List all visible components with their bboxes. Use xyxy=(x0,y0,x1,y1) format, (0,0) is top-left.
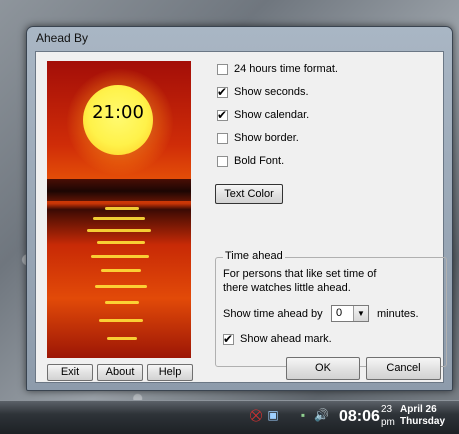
sun-reflection xyxy=(93,217,145,220)
title-bar[interactable]: Ahead By xyxy=(27,27,452,49)
window-title: Ahead By xyxy=(36,31,89,45)
option-label: Show calendar. xyxy=(234,109,310,121)
taskbar-date: April 26 xyxy=(400,404,437,415)
checkbox-show-ahead-mark[interactable]: ✔ xyxy=(223,332,234,346)
checkmark-icon: ✔ xyxy=(217,85,228,99)
checkmark-icon: ✔ xyxy=(223,332,234,346)
option-label: Show border. xyxy=(234,132,299,144)
preview-time: 21:00 xyxy=(92,102,144,123)
checkbox-24-hours[interactable] xyxy=(217,64,228,75)
horizon xyxy=(47,179,191,201)
group-title: Time ahead xyxy=(223,250,285,262)
sun-reflection xyxy=(101,269,141,272)
taskbar: ⛒ ▣ ▪ 🔊 08:06 23 pm April 26 Thursday xyxy=(0,400,459,434)
time-ahead-group: Time ahead For persons that like set tim… xyxy=(215,250,447,367)
sun-reflection xyxy=(105,207,139,210)
speaker-icon[interactable]: 🔊 xyxy=(314,407,329,423)
dropdown-arrow-icon[interactable]: ▼ xyxy=(353,306,368,321)
sun-reflection xyxy=(87,229,151,232)
show-ahead-label: Show time ahead by xyxy=(223,308,323,320)
cancel-button[interactable]: Cancel xyxy=(366,357,441,380)
clock-preview-image: 21:00 xyxy=(47,61,191,358)
taskbar-weekday: Thursday xyxy=(400,416,446,427)
taskbar-clock-seconds: 23 xyxy=(381,404,393,415)
description-line: For persons that like set time of xyxy=(223,268,377,280)
checkbox-show-border[interactable] xyxy=(217,133,228,144)
checkbox-show-calendar[interactable]: ✔ xyxy=(217,108,228,122)
text-color-button[interactable]: Text Color xyxy=(215,184,283,204)
taskbar-clock-time[interactable]: 08:06 xyxy=(339,408,380,426)
app-tray-icon[interactable]: ▪ xyxy=(296,407,310,423)
ahead-by-window: Ahead By 21:00 Exit About Help 24 hours … xyxy=(26,26,453,391)
taskbar-clock-ampm: pm xyxy=(381,417,395,428)
ok-button[interactable]: OK xyxy=(286,357,360,380)
sun-reflection xyxy=(97,241,145,244)
network-icon[interactable]: ▣ xyxy=(266,407,280,423)
option-label: 24 hours time format. xyxy=(234,63,338,75)
option-label: Show ahead mark. xyxy=(240,333,332,345)
help-button[interactable]: Help xyxy=(147,364,193,381)
minutes-value: 0 xyxy=(336,307,343,319)
sun-reflection xyxy=(91,255,149,258)
minutes-select[interactable]: 0 ▼ xyxy=(331,305,369,322)
checkmark-icon: ✔ xyxy=(217,108,228,122)
dialog-client: 21:00 Exit About Help 24 hours time form… xyxy=(35,51,447,383)
sun-reflection xyxy=(107,337,137,340)
description-line: there watches little ahead. xyxy=(223,282,351,294)
security-alert-icon[interactable]: ⛒ xyxy=(249,407,263,423)
sun-reflection xyxy=(95,285,147,288)
time-ahead-description: For persons that like set time of there … xyxy=(223,267,443,295)
minutes-label: minutes. xyxy=(377,308,419,320)
sun-reflection xyxy=(105,301,139,304)
sun-reflection xyxy=(99,319,143,322)
checkbox-bold-font[interactable] xyxy=(217,156,228,167)
option-label: Bold Font. xyxy=(234,155,285,167)
checkbox-show-seconds[interactable]: ✔ xyxy=(217,85,228,99)
option-label: Show seconds. xyxy=(234,86,309,98)
exit-button[interactable]: Exit xyxy=(47,364,93,381)
about-button[interactable]: About xyxy=(97,364,143,381)
